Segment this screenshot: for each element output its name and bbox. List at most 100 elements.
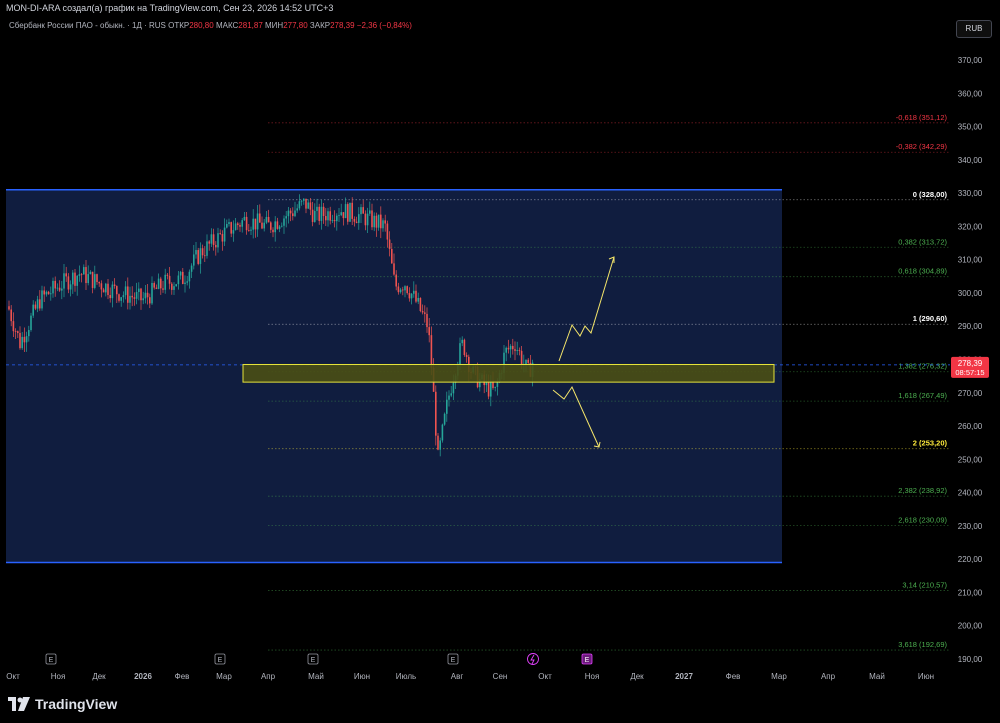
symbol-legend: Сбербанк России ПАО - обыкн. · 1Д · RUS … — [9, 21, 412, 30]
candle-body — [135, 292, 138, 299]
candle-body — [151, 282, 153, 304]
candle-body — [509, 345, 512, 350]
candle-body — [91, 271, 94, 288]
candle-body — [131, 295, 133, 298]
fib-level-label: -0,618 (351,12) — [896, 113, 948, 122]
candle-body — [274, 221, 276, 233]
candle-body — [80, 274, 83, 276]
candle-body — [129, 295, 131, 303]
candle-body — [175, 284, 177, 287]
candle-body — [366, 213, 369, 226]
candle-body — [41, 290, 43, 309]
candle-body — [333, 220, 336, 222]
candle-body — [232, 230, 235, 234]
candle-body — [353, 218, 356, 222]
price-tick-label: 320,00 — [958, 222, 983, 231]
candle-body — [58, 287, 61, 291]
fib-level-label: 1 (290,60) — [913, 314, 948, 323]
candle-body — [61, 288, 63, 291]
candle-body — [252, 218, 254, 230]
candle-body — [452, 382, 455, 394]
close-value: 278,39 — [330, 21, 355, 30]
candle-body — [421, 310, 424, 313]
candle-body — [384, 220, 386, 224]
candle-body — [98, 282, 100, 284]
fib-level-label: 0,382 (313,72) — [898, 237, 947, 246]
candle-body — [364, 213, 367, 226]
candle-body — [197, 250, 199, 264]
price-tick-label: 260,00 — [958, 422, 983, 431]
candle-body — [195, 250, 197, 255]
support-zone[interactable] — [242, 363, 775, 383]
price-chart[interactable]: -0,618 (351,12) -0,382 (342,29) 0 (328,00)… — [0, 0, 1000, 723]
candle-body — [435, 391, 437, 436]
candle-body — [399, 289, 402, 293]
price-tick-label: 340,00 — [958, 156, 983, 165]
candle-body — [305, 198, 307, 209]
candle-body — [226, 224, 228, 228]
candle-body — [140, 288, 142, 301]
currency-button[interactable]: RUB — [956, 20, 992, 38]
candle-body — [30, 315, 32, 331]
time-tick-label: Апр — [821, 672, 836, 681]
time-tick-label: Сен — [493, 672, 508, 681]
candle-body — [441, 424, 444, 441]
candle-body — [133, 297, 136, 299]
candle-body — [373, 215, 375, 228]
candle-body — [428, 327, 430, 336]
candle-body — [243, 216, 246, 221]
tradingview-brand[interactable]: TradingView — [8, 696, 117, 712]
candle-body — [430, 335, 433, 368]
price-tick-label: 300,00 — [958, 289, 983, 298]
candle-body — [340, 212, 342, 216]
price-tick-label: 270,00 — [958, 389, 983, 398]
candle-body — [155, 287, 158, 289]
candle-body — [193, 254, 195, 266]
candle-body — [281, 225, 283, 227]
candle-body — [120, 297, 122, 301]
candle-body — [395, 274, 397, 287]
candle-body — [410, 293, 413, 299]
candle-body — [36, 299, 39, 309]
candle-body — [23, 336, 26, 343]
candle-body — [459, 343, 461, 365]
candle-body — [397, 286, 400, 293]
candle-body — [149, 297, 151, 304]
candle-body — [118, 294, 120, 301]
candle-body — [375, 215, 378, 228]
candle-body — [463, 339, 466, 356]
time-tick-label: Июн — [354, 672, 370, 681]
candle-body — [404, 286, 406, 291]
candle-body — [369, 210, 371, 214]
candle-body — [122, 295, 125, 298]
price-tick-label: 290,00 — [958, 322, 983, 331]
candle-body — [52, 280, 54, 294]
candle-body — [347, 204, 349, 222]
candle-body — [424, 312, 426, 314]
candle-body — [283, 218, 285, 226]
candle-body — [450, 393, 452, 396]
price-tick-label: 240,00 — [958, 489, 983, 498]
candle-body — [85, 267, 87, 284]
candle-body — [173, 286, 175, 290]
candle-body — [8, 306, 10, 310]
candle-body — [10, 309, 12, 322]
candle-body — [402, 289, 404, 291]
candle-body — [360, 207, 362, 215]
time-tick-label: Окт — [6, 672, 20, 681]
candle-body — [309, 202, 312, 210]
candle-body — [39, 299, 41, 309]
candle-body — [448, 395, 450, 400]
fib-level-label: 0 (328,00) — [913, 190, 948, 199]
support-zone-rect[interactable] — [242, 363, 775, 383]
candle-body — [362, 207, 364, 214]
candle-body — [186, 281, 188, 283]
low-value: 277,80 — [283, 21, 308, 30]
candle-body — [514, 349, 516, 351]
candle-body — [177, 275, 180, 285]
symbol-name[interactable]: Сбербанк России ПАО - обыкн. · 1Д · RUS — [9, 21, 166, 30]
earnings-marker-label: E — [311, 657, 316, 664]
price-tick-label: 210,00 — [958, 588, 983, 597]
candle-body — [201, 248, 204, 256]
candle-body — [329, 211, 331, 221]
